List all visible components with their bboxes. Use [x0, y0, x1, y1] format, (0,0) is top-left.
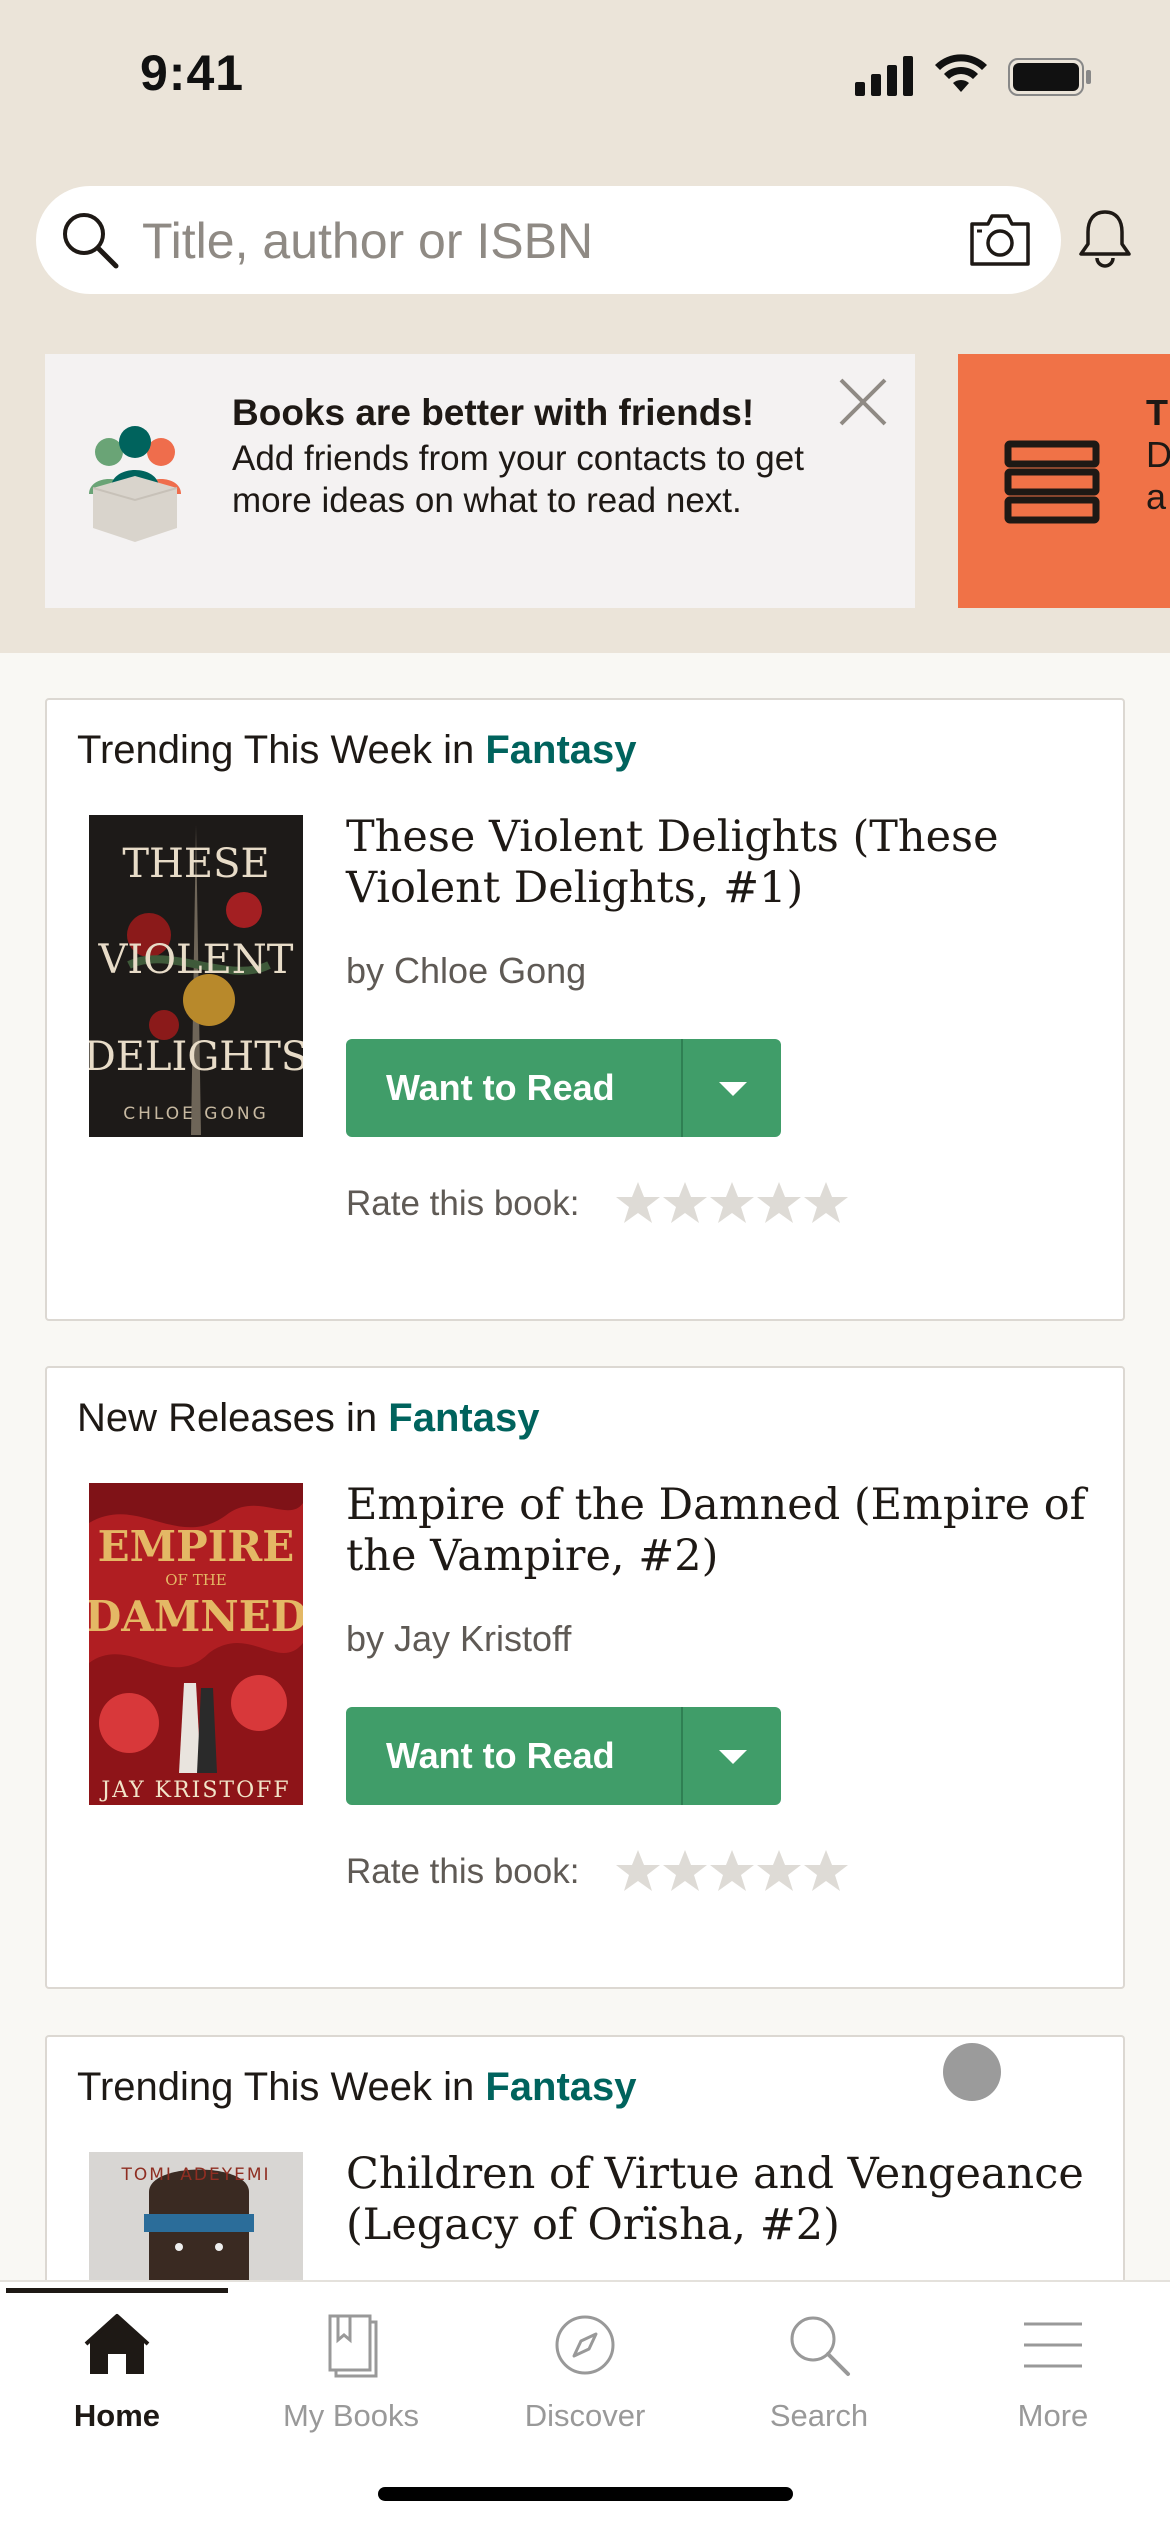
star-icon: [663, 1182, 707, 1223]
svg-text:DELIGHTS: DELIGHTS: [89, 1034, 303, 1080]
tab-label: More: [1017, 2398, 1089, 2433]
new-release-book-card[interactable]: New Releases in Fantasy EMPIRE OF THE DA…: [45, 1366, 1125, 1989]
touch-indicator: [943, 2043, 1001, 2101]
wifi-icon: [935, 54, 987, 92]
bookmark-book-icon: [328, 2314, 378, 2378]
star-icon: [710, 1182, 754, 1223]
card-heading: Trending This Week in Fantasy: [77, 728, 637, 772]
svg-text:VIOLENT: VIOLENT: [98, 937, 294, 983]
compass-icon: [555, 2315, 615, 2375]
book-cover[interactable]: TOMI ADEYEMI: [89, 2152, 303, 2282]
svg-text:EMPIRE: EMPIRE: [98, 1522, 295, 1571]
books-stack-icon: [1004, 440, 1100, 524]
rate-label: Rate this book:: [346, 1184, 580, 1223]
menu-icon: [1024, 2322, 1082, 2368]
status-bar: 9:41: [0, 0, 1170, 150]
reading-challenge-promo-card[interactable]: T D a: [958, 354, 1170, 608]
svg-text:JAY KRISTOFF: JAY KRISTOFF: [99, 1778, 290, 1803]
star-icon: [757, 1182, 801, 1223]
search-placeholder: Title, author or ISBN: [142, 213, 594, 269]
tab-discover[interactable]: Discover: [468, 2310, 702, 2450]
close-icon[interactable]: [837, 376, 889, 428]
star-icon: [616, 1182, 660, 1223]
star-icon: [616, 1850, 660, 1891]
card-heading: Trending This Week in Fantasy: [77, 2065, 637, 2109]
book-author[interactable]: by Jay Kristoff: [346, 1618, 571, 1660]
tab-label: Search: [769, 2398, 869, 2433]
book-title[interactable]: These Violent Delights (These Violent De…: [346, 812, 1106, 914]
book-title[interactable]: Empire of the Damned (Empire of the Vamp…: [346, 1480, 1106, 1582]
search-input[interactable]: Title, author or ISBN: [36, 186, 1061, 294]
genre-link[interactable]: Fantasy: [388, 1396, 539, 1440]
camera-scan-icon[interactable]: [968, 210, 1032, 270]
svg-text:THESE: THESE: [122, 841, 269, 887]
tab-more[interactable]: More: [936, 2310, 1170, 2450]
trending-book-card[interactable]: Trending This Week in Fantasy THESE VIOL…: [45, 698, 1125, 1321]
add-friends-promo-card[interactable]: Books are better with friends! Add frien…: [45, 354, 915, 608]
promo-title: Books are better with friends!: [232, 392, 755, 433]
tab-search[interactable]: Search: [702, 2310, 936, 2450]
want-to-read-button[interactable]: Want to Read: [346, 1039, 681, 1137]
active-tab-indicator: [6, 2288, 228, 2293]
svg-text:DAMNED: DAMNED: [89, 1592, 303, 1641]
promo-body: Add friends from your contacts to get mo…: [232, 439, 804, 520]
chevron-down-icon: [719, 1750, 747, 1764]
svg-text:OF THE: OF THE: [165, 1571, 227, 1589]
shelf-dropdown-button[interactable]: [683, 1039, 781, 1137]
shelf-dropdown-button[interactable]: [683, 1707, 781, 1805]
battery-icon: [1008, 58, 1091, 96]
book-author[interactable]: by Chloe Gong: [346, 950, 586, 992]
rate-label: Rate this book:: [346, 1852, 580, 1891]
rating-stars[interactable]: [615, 1848, 855, 1894]
star-icon: [710, 1850, 754, 1891]
notifications-bell-icon[interactable]: [1077, 208, 1133, 270]
tab-my-books[interactable]: My Books: [234, 2310, 468, 2450]
star-icon: [757, 1850, 801, 1891]
star-icon: [663, 1850, 707, 1891]
status-time: 9:41: [140, 45, 245, 101]
promo2-text: T D a: [1146, 392, 1170, 517]
want-to-read-button[interactable]: Want to Read: [346, 1707, 681, 1805]
card-heading: New Releases in Fantasy: [77, 1396, 540, 1440]
chevron-down-icon: [719, 1082, 747, 1096]
genre-link[interactable]: Fantasy: [485, 2065, 636, 2109]
home-icon: [84, 2314, 150, 2374]
star-icon: [804, 1182, 848, 1223]
cellular-signal-icon: [855, 56, 913, 96]
home-indicator[interactable]: [378, 2487, 793, 2501]
book-cover[interactable]: EMPIRE OF THE DAMNED JAY KRISTOFF: [89, 1483, 303, 1805]
tab-label: Home: [73, 2398, 161, 2433]
genre-link[interactable]: Fantasy: [485, 728, 636, 772]
rating-stars[interactable]: [615, 1180, 855, 1226]
star-icon: [804, 1850, 848, 1891]
friends-illustration-icon: [89, 426, 181, 542]
tab-home[interactable]: Home: [0, 2310, 234, 2450]
search-icon: [63, 213, 119, 269]
tab-label: Discover: [524, 2398, 646, 2433]
search-icon: [790, 2316, 850, 2376]
book-cover[interactable]: THESE VIOLENT DELIGHTS CHLOE GONG: [89, 815, 303, 1137]
book-title[interactable]: Children of Virtue and Vengeance (Legacy…: [346, 2149, 1106, 2251]
svg-text:CHLOE GONG: CHLOE GONG: [123, 1104, 269, 1124]
svg-text:TOMI ADEYEMI: TOMI ADEYEMI: [120, 2165, 270, 2185]
tab-label: My Books: [282, 2398, 420, 2433]
